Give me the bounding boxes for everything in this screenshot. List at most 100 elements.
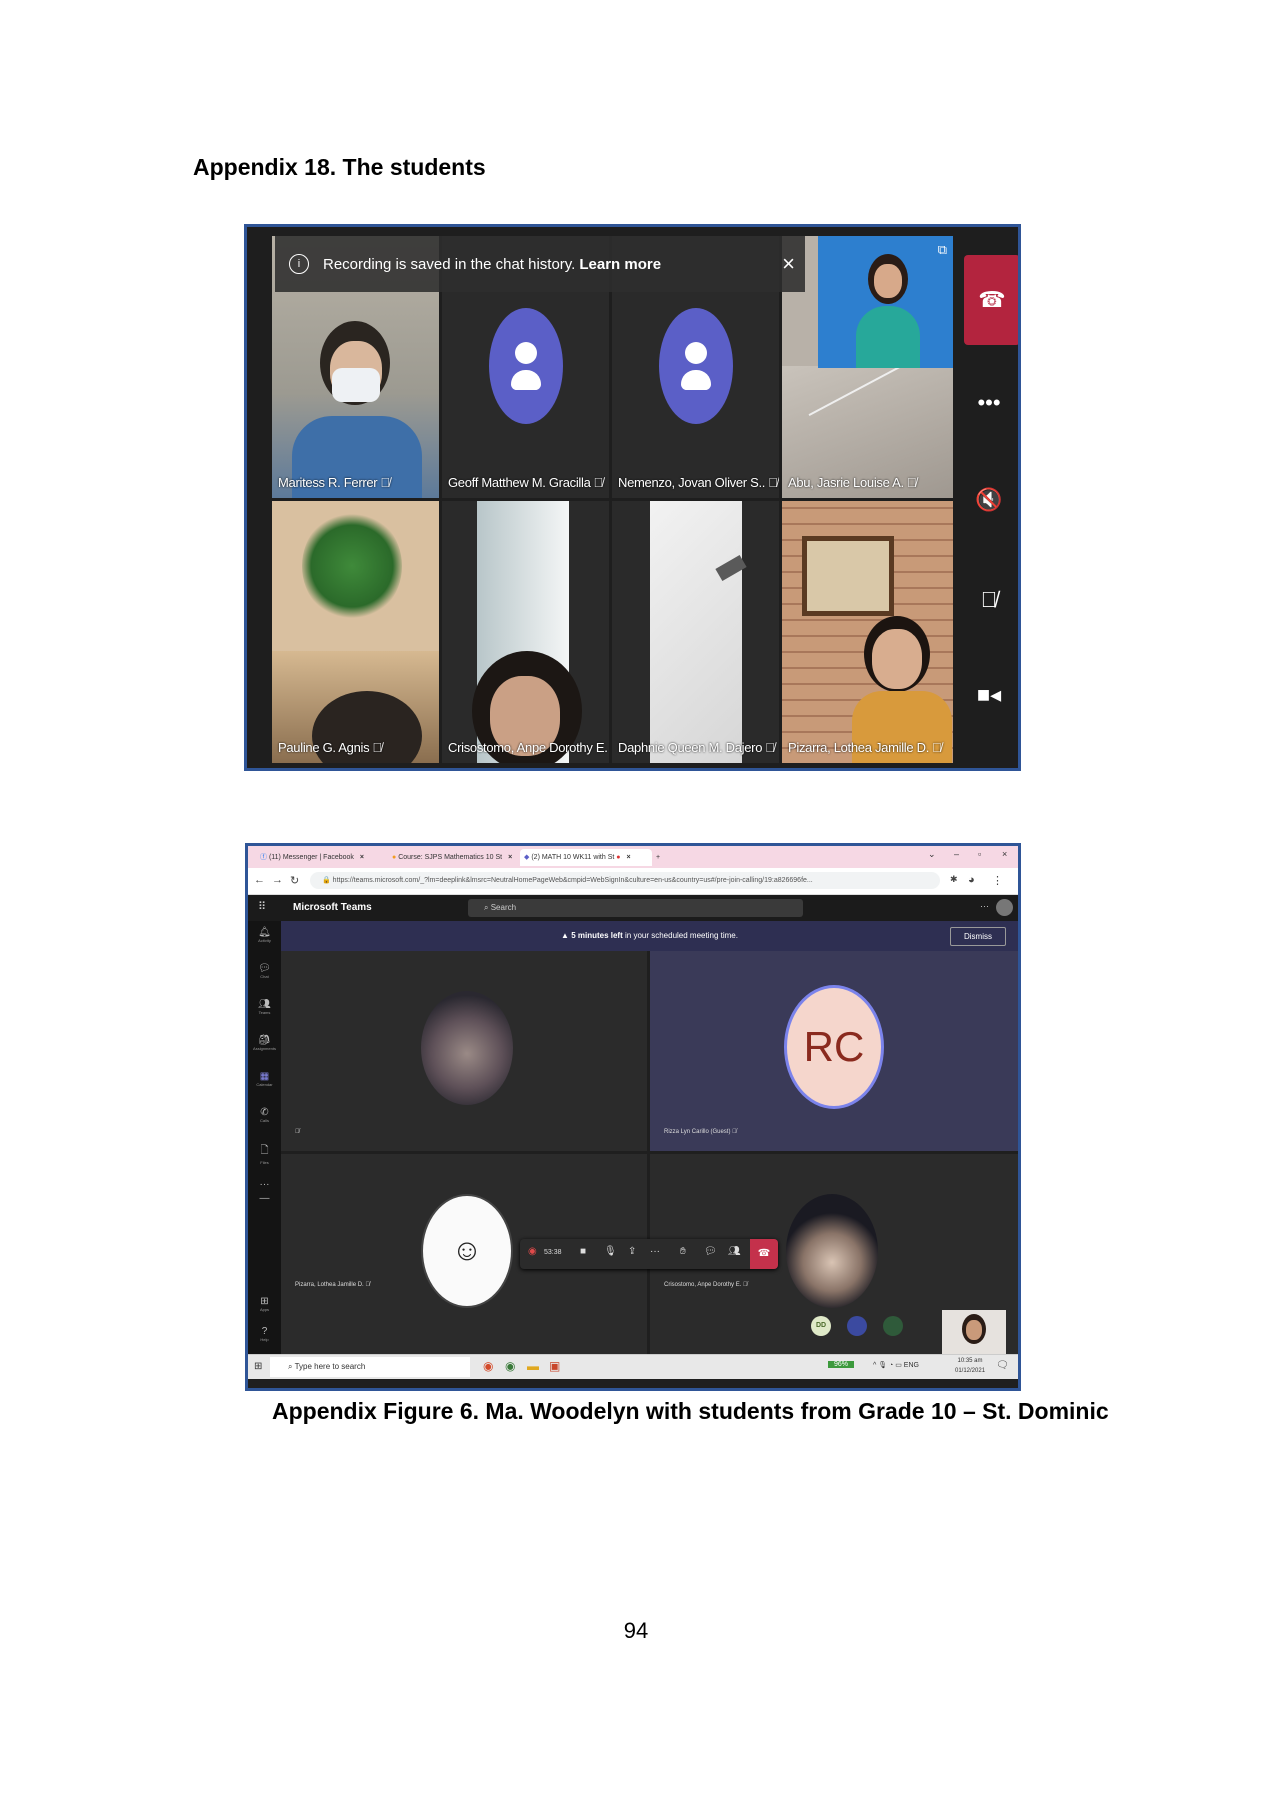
more-icon[interactable]: ··· bbox=[980, 901, 989, 911]
anime-avatar bbox=[421, 991, 513, 1105]
chat-icon[interactable]: 💬︎ bbox=[704, 1246, 717, 1257]
browser-menu-icon[interactable]: ⋮ bbox=[992, 874, 1003, 887]
browser-tab[interactable]: ● Course: SJPS Mathematics 10 St × bbox=[388, 849, 520, 866]
mic-off-icon: 🎙̸ bbox=[765, 740, 775, 755]
dismiss-button[interactable]: Dismiss bbox=[950, 927, 1006, 946]
app-title: Microsoft Teams bbox=[293, 902, 372, 913]
self-video-preview bbox=[942, 1310, 1006, 1354]
sidebar-item-teams[interactable]: 👥︎ Teams bbox=[248, 999, 281, 1015]
initials-avatar: DD bbox=[811, 1316, 831, 1336]
app-launcher-icon[interactable]: ⠿ bbox=[258, 900, 266, 913]
teams-title-bar: ⠿ Microsoft Teams ⌕ Search ··· bbox=[248, 895, 1018, 921]
notification-icon[interactable]: 🗨 bbox=[996, 1360, 1009, 1371]
close-tab-icon[interactable]: × bbox=[360, 854, 364, 861]
participant-tile: Crisostomo, Anpe Dorothy E.🎙̸ bbox=[442, 501, 609, 763]
info-icon: i bbox=[289, 254, 309, 274]
chrome-icon[interactable]: ◉ bbox=[483, 1359, 493, 1373]
warning-icon: ▲ bbox=[561, 931, 569, 940]
folder-icon[interactable]: ▬ bbox=[527, 1359, 539, 1373]
participant-name: Pizarra, Lothea Jamille D. 🎙̸ bbox=[788, 740, 942, 755]
leave-button[interactable]: ☎ bbox=[750, 1239, 778, 1269]
moodle-icon: ● bbox=[392, 854, 397, 861]
browser-tab-active[interactable]: ◆ (2) MATH 10 WK11 with St ● × bbox=[520, 849, 652, 866]
windows-taskbar: ⊞ ⌕ Type here to search ◉ ◉ ▬ ▣ 96% ^ 🎙 … bbox=[248, 1354, 1018, 1379]
sidebar-item-help[interactable]: ? Help bbox=[248, 1326, 281, 1342]
participant-name: Abu, Jasrie Louise A. 🎙̸ bbox=[788, 475, 917, 490]
help-icon: ? bbox=[261, 1326, 268, 1337]
more-options-icon[interactable]: ••• bbox=[966, 390, 1012, 416]
share-icon[interactable]: ⇪ bbox=[628, 1246, 636, 1257]
call-control-rail: ☎ ••• 🔇 🎙̸ ■◂ bbox=[964, 252, 1018, 768]
search-input[interactable]: ⌕ Search bbox=[468, 899, 803, 917]
participant-tile: RC Rizza Lyn Carillo (Guest) 🎙̸ bbox=[650, 951, 1018, 1151]
learn-more-link[interactable]: Learn more bbox=[579, 256, 661, 273]
apps-icon: ⊞ bbox=[260, 1296, 269, 1307]
mic-icon[interactable]: 🎙 bbox=[604, 1246, 617, 1257]
participants-icon[interactable]: 👥︎ bbox=[728, 1246, 741, 1257]
sidebar-item-activity[interactable]: 🔔︎ Activity bbox=[248, 927, 281, 943]
window-close-icon[interactable]: × bbox=[1002, 849, 1007, 859]
participant-name: Geoff Matthew M. Gracilla 🎙̸ bbox=[448, 475, 603, 490]
sidebar-item-calendar[interactable]: ▦ Calendar bbox=[248, 1071, 281, 1087]
doodle-avatar: ☺ bbox=[421, 1194, 513, 1308]
speaker-mute-icon[interactable]: 🔇 bbox=[966, 487, 1012, 513]
system-tray: ^ 🎙 ◔ ▭ ENG bbox=[873, 1362, 919, 1369]
chrome-icon[interactable]: ◉ bbox=[505, 1359, 515, 1373]
calendar-icon: ▦ bbox=[259, 1071, 270, 1082]
avatar[interactable] bbox=[996, 899, 1013, 916]
close-tab-icon[interactable]: × bbox=[508, 854, 512, 861]
mic-off-icon: 🎙̸ bbox=[365, 1282, 370, 1288]
sidebar-item-files[interactable]: 🗋 Files bbox=[248, 1143, 281, 1165]
assignments-icon: 🎒︎ bbox=[258, 1035, 271, 1046]
sidebar-item-apps[interactable]: ⊞ Apps bbox=[248, 1296, 281, 1312]
sidebar-item-calls[interactable]: ✆ Calls bbox=[248, 1107, 281, 1123]
more-apps-icon[interactable]: ··· bbox=[248, 1179, 281, 1190]
presentation-app-icon[interactable]: ▣ bbox=[549, 1359, 560, 1373]
mic-off-icon: 🎙̸ bbox=[593, 475, 604, 490]
chat-icon: 💬︎ bbox=[258, 963, 271, 974]
taskbar-search-input[interactable]: ⌕ Type here to search bbox=[270, 1357, 470, 1377]
back-icon[interactable]: ← bbox=[254, 874, 265, 886]
new-tab-button[interactable]: + bbox=[652, 849, 660, 866]
participant-name: Crisostomo, Anpe Dorothy E.🎙̸ bbox=[448, 740, 608, 755]
url-field[interactable]: 🔒 https://teams.microsoft.com/_?lm=deepl… bbox=[310, 872, 940, 889]
mic-off-icon: 🎙̸ bbox=[732, 1129, 737, 1135]
participant-tile: ⧉ Abu, Jasrie Louise A. 🎙̸ bbox=[782, 236, 953, 498]
minimize-icon[interactable]: – bbox=[954, 849, 959, 859]
participant-tile: Daphnie Queen M. Dajero 🎙̸ bbox=[612, 501, 779, 763]
page-number: 94 bbox=[623, 1618, 649, 1643]
raise-hand-icon[interactable]: ✋︎ bbox=[680, 1246, 686, 1257]
reload-icon[interactable]: ↻ bbox=[290, 874, 299, 887]
default-avatar-icon bbox=[658, 308, 733, 424]
mic-off-icon: 🎙̸ bbox=[743, 1282, 748, 1288]
browser-tab[interactable]: ⓕ (11) Messenger | Facebook × bbox=[256, 849, 388, 866]
video-grid: Maritess R. Ferrer 🎙̸ Geoff Matthew M. Gr… bbox=[272, 236, 953, 763]
meeting-control-bar: ◉ 53:38 ■ 🎙 ⇪ ··· ✋︎ 💬︎ 👥︎ ☎ bbox=[520, 1239, 778, 1269]
close-icon[interactable]: × bbox=[782, 251, 795, 277]
profile-icon[interactable]: ◕ bbox=[968, 874, 975, 886]
mic-mute-icon[interactable]: 🎙̸ bbox=[966, 587, 1012, 613]
phone-icon: ✆ bbox=[260, 1107, 269, 1118]
taskbar-clock: 10:35 am 01/12/2021 bbox=[955, 1358, 986, 1374]
mic-off-icon: 🎙̸ bbox=[372, 740, 382, 755]
teams-meeting-screenshot-1: Maritess R. Ferrer 🎙̸ Geoff Matthew M. Gr… bbox=[244, 224, 1021, 771]
lock-icon: 🔒 bbox=[322, 877, 331, 884]
camera-icon[interactable]: ■◂ bbox=[966, 682, 1012, 708]
participant-name: Daphnie Queen M. Dajero 🎙̸ bbox=[618, 740, 775, 755]
forward-icon[interactable]: → bbox=[272, 874, 283, 886]
small-avatar bbox=[883, 1316, 903, 1336]
sidebar-item-chat[interactable]: 💬︎ Chat bbox=[248, 963, 281, 979]
sidebar-item-assignments[interactable]: 🎒︎ Assignments bbox=[248, 1035, 281, 1051]
camera-switch-icon[interactable]: ⧉ bbox=[938, 242, 947, 258]
hang-up-button[interactable]: ☎ bbox=[964, 255, 1018, 345]
participant-name: Crisostomo, Anpe Dorothy E. 🎙̸ bbox=[664, 1282, 748, 1288]
participant-name: Pauline G. Agnis 🎙̸ bbox=[278, 740, 382, 755]
camera-icon[interactable]: ■ bbox=[580, 1246, 586, 1257]
restore-icon[interactable]: ▫ bbox=[978, 849, 981, 859]
more-actions-icon[interactable]: ··· bbox=[650, 1246, 660, 1257]
appendix-heading: Appendix 18. The students bbox=[193, 154, 486, 180]
extensions-icon[interactable]: ✱ bbox=[950, 874, 958, 885]
tab-search-icon[interactable]: ⌄ bbox=[928, 849, 936, 860]
windows-start-icon[interactable]: ⊞ bbox=[254, 1361, 262, 1372]
close-tab-icon[interactable]: × bbox=[627, 854, 631, 861]
